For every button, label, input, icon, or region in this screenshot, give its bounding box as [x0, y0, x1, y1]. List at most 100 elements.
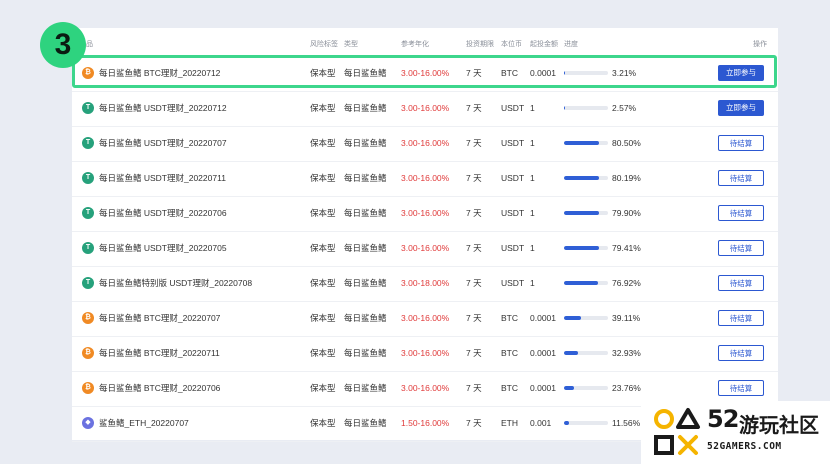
- investment-period: 7 天: [466, 243, 482, 253]
- coin-usdt-icon: T: [82, 277, 94, 289]
- min-amount: 1: [530, 278, 535, 288]
- product-type: 每日鲨鱼鳍: [344, 348, 387, 358]
- pending-settlement-button[interactable]: 待结算: [718, 135, 764, 151]
- min-amount: 1: [530, 173, 535, 183]
- progress-percent: 2.57%: [612, 103, 637, 113]
- table-row[interactable]: T 每日鲨鱼鳍 USDT理财_20220712 保本型 每日鲨鱼鳍 3.00-16.00…: [72, 91, 778, 127]
- reference-yield: 3.00-16.00%: [401, 138, 450, 148]
- product-name[interactable]: 每日鲨鱼鳍 USDT理财_20220711: [99, 161, 226, 196]
- product-name[interactable]: 每日鲨鱼鳍特别版 USDT理财_20220708: [99, 266, 252, 301]
- product-type: 每日鲨鱼鳍: [344, 103, 387, 113]
- reference-yield: 3.00-16.00%: [401, 103, 450, 113]
- table-row[interactable]: ₿ 每日鲨鱼鳍 BTC理财_20220711 保本型 每日鲨鱼鳍 3.00-16.00%…: [72, 336, 778, 372]
- progress-bar: [564, 421, 608, 425]
- product-type: 每日鲨鱼鳍: [344, 138, 387, 148]
- investment-period: 7 天: [466, 208, 482, 218]
- header-product: 品: [86, 41, 93, 48]
- product-name[interactable]: 每日鲨鱼鳍 USDT理财_20220707: [99, 126, 227, 161]
- reference-yield: 3.00-16.00%: [401, 313, 450, 323]
- pending-settlement-button[interactable]: 待结算: [718, 310, 764, 326]
- risk-label: 保本型: [310, 243, 336, 253]
- product-name[interactable]: 鲨鱼鳍_ETH_20220707: [99, 406, 189, 441]
- header-min: 起投金额: [530, 41, 558, 48]
- progress-bar: [564, 351, 608, 355]
- table-row[interactable]: T 每日鲨鱼鳍 USDT理财_20220711 保本型 每日鲨鱼鳍 3.00-16.00…: [72, 161, 778, 197]
- pending-settlement-button[interactable]: 待结算: [718, 205, 764, 221]
- coin-btc-icon: ₿: [82, 312, 94, 324]
- table-row[interactable]: T 每日鲨鱼鳍 USDT理财_20220706 保本型 每日鲨鱼鳍 3.00-16.00…: [72, 196, 778, 232]
- step-badge: 3: [40, 22, 86, 68]
- table-row[interactable]: T 每日鲨鱼鳍 USDT理财_20220707 保本型 每日鲨鱼鳍 3.00-16.00…: [72, 126, 778, 162]
- base-currency: ETH: [501, 418, 518, 428]
- product-name[interactable]: 每日鲨鱼鳍 BTC理财_20220711: [99, 336, 220, 371]
- base-currency: USDT: [501, 208, 525, 218]
- pending-settlement-button[interactable]: 待结算: [718, 240, 764, 256]
- investment-period: 7 天: [466, 418, 482, 428]
- risk-label: 保本型: [310, 138, 336, 148]
- table-row[interactable]: T 每日鲨鱼鳍 USDT理财_20220705 保本型 每日鲨鱼鳍 3.00-16.00…: [72, 231, 778, 267]
- pending-settlement-button[interactable]: 待结算: [718, 275, 764, 291]
- progress-bar: [564, 106, 608, 110]
- progress-fill: [564, 316, 582, 320]
- base-currency: BTC: [501, 313, 518, 323]
- risk-label: 保本型: [310, 313, 336, 323]
- progress-percent: 23.76%: [612, 383, 641, 393]
- product-name[interactable]: 每日鲨鱼鳍 USDT理财_20220712: [99, 91, 227, 126]
- min-amount: 1: [530, 243, 535, 253]
- base-currency: BTC: [501, 348, 518, 358]
- progress-bar: [564, 386, 608, 390]
- risk-label: 保本型: [310, 418, 336, 428]
- reference-yield: 1.50-16.00%: [401, 418, 450, 428]
- header-risk: 风险标签: [310, 41, 338, 48]
- investment-period: 7 天: [466, 348, 482, 358]
- pending-settlement-button[interactable]: 待结算: [718, 170, 764, 186]
- progress-percent: 80.50%: [612, 138, 641, 148]
- reference-yield: 3.00-16.00%: [401, 383, 450, 393]
- coin-usdt-icon: T: [82, 207, 94, 219]
- reference-yield: 3.00-16.00%: [401, 208, 450, 218]
- product-name[interactable]: 每日鲨鱼鳍 USDT理财_20220706: [99, 196, 227, 231]
- risk-label: 保本型: [310, 383, 336, 393]
- header-type: 类型: [344, 41, 358, 48]
- table-header: 品 风险标签 类型 参考年化 投资期限 本位币 起投金额 进度 操作: [72, 28, 778, 56]
- progress-bar: [564, 211, 608, 215]
- product-type: 每日鲨鱼鳍: [344, 418, 387, 428]
- investment-period: 7 天: [466, 278, 482, 288]
- header-currency: 本位币: [501, 41, 522, 48]
- join-now-button[interactable]: 立即参与: [718, 100, 764, 116]
- progress-bar: [564, 316, 608, 320]
- progress-fill: [564, 386, 575, 390]
- investment-period: 7 天: [466, 138, 482, 148]
- progress-fill: [564, 106, 566, 110]
- progress-percent: 79.90%: [612, 208, 641, 218]
- investment-period: 7 天: [466, 383, 482, 393]
- product-name[interactable]: 每日鲨鱼鳍 BTC理财_20220706: [99, 371, 220, 406]
- header-yield: 参考年化: [401, 41, 429, 48]
- risk-label: 保本型: [310, 208, 336, 218]
- base-currency: BTC: [501, 383, 518, 393]
- product-name[interactable]: 每日鲨鱼鳍 BTC理财_20220707: [99, 301, 220, 336]
- product-name[interactable]: 每日鲨鱼鳍 USDT理财_20220705: [99, 231, 227, 266]
- progress-fill: [564, 351, 579, 355]
- coin-eth-icon: ◆: [82, 417, 94, 429]
- progress-fill: [564, 421, 570, 425]
- product-type: 每日鲨鱼鳍: [344, 243, 387, 253]
- pending-settlement-button[interactable]: 待结算: [718, 345, 764, 361]
- table-row[interactable]: T 每日鲨鱼鳍特别版 USDT理财_20220708 保本型 每日鲨鱼鳍 3.00-18…: [72, 266, 778, 302]
- site-number: 52: [707, 405, 739, 433]
- table-row[interactable]: ₿ 每日鲨鱼鳍 BTC理财_20220707 保本型 每日鲨鱼鳍 3.00-16.00%…: [72, 301, 778, 337]
- header-period: 投资期限: [466, 41, 494, 48]
- min-amount: 0.0001: [530, 383, 556, 393]
- min-amount: 0.0001: [530, 313, 556, 323]
- base-currency: USDT: [501, 138, 525, 148]
- progress-percent: 32.93%: [612, 348, 641, 358]
- highlight-box: [72, 55, 777, 88]
- coin-btc-icon: ₿: [82, 382, 94, 394]
- progress-fill: [564, 211, 600, 215]
- coin-usdt-icon: T: [82, 102, 94, 114]
- reference-yield: 3.00-16.00%: [401, 243, 450, 253]
- risk-label: 保本型: [310, 348, 336, 358]
- pending-settlement-button[interactable]: 待结算: [718, 380, 764, 396]
- header-action: 操作: [753, 41, 767, 48]
- progress-fill: [564, 176, 600, 180]
